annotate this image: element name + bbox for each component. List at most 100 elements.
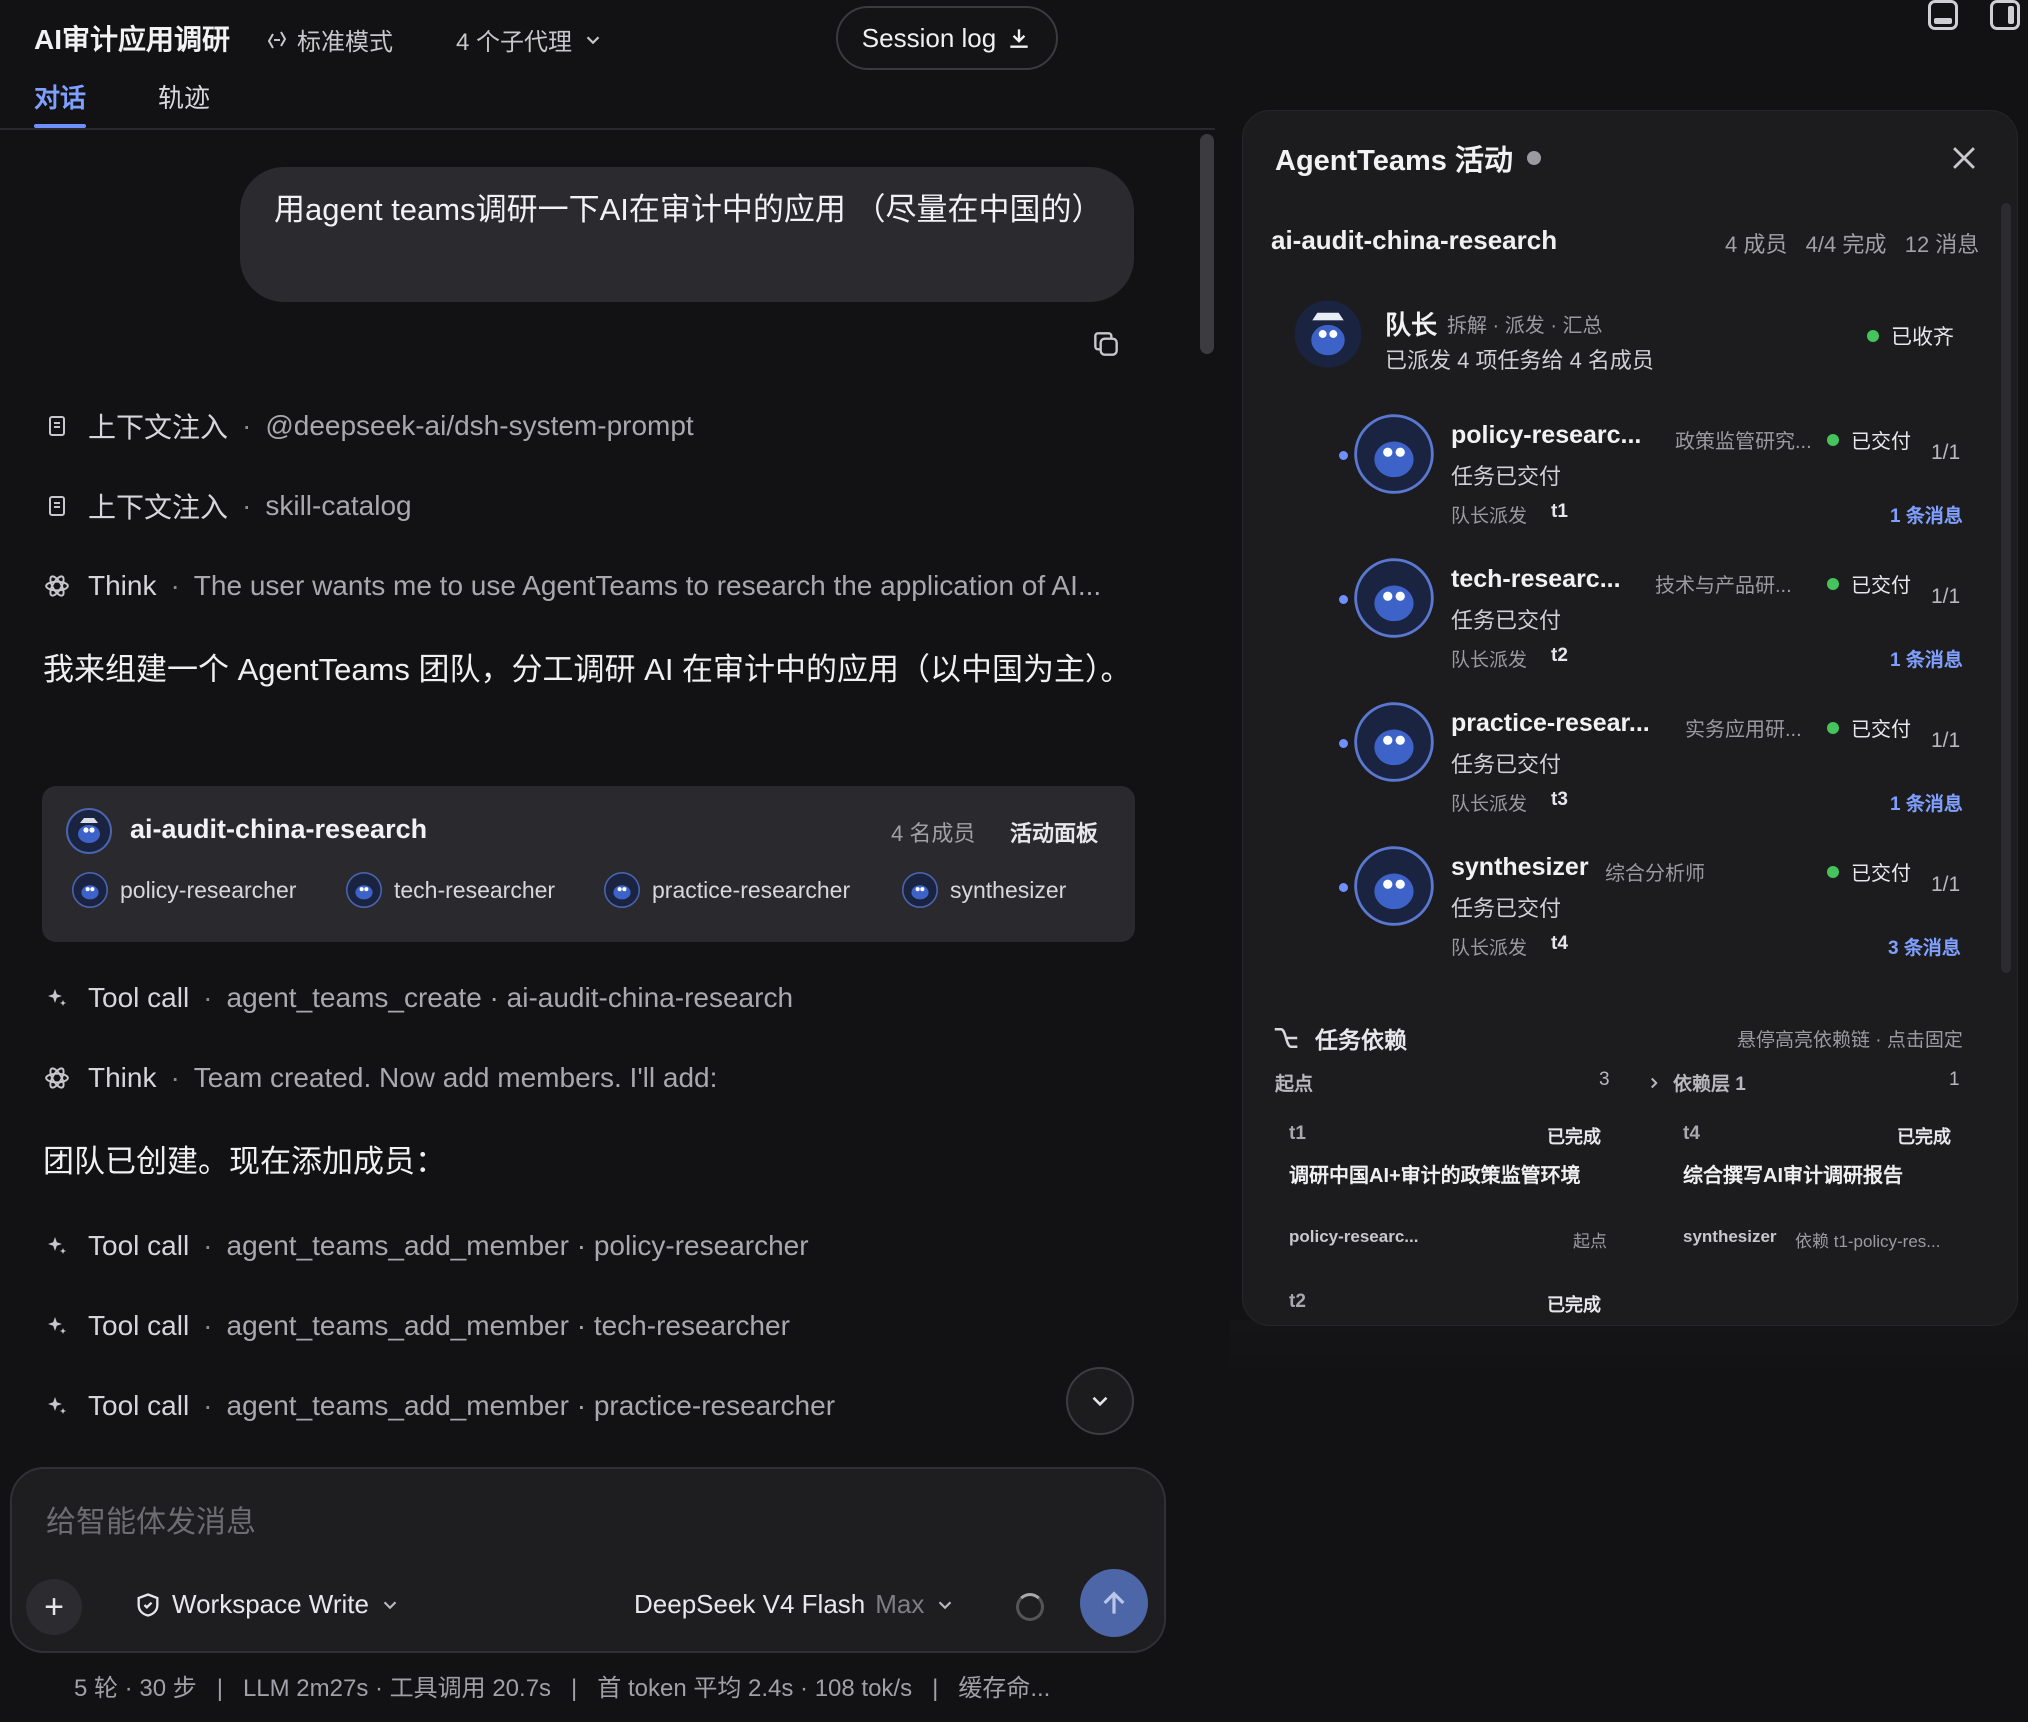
- member-name: practice-resear...: [1451, 709, 1650, 737]
- status-dot-icon: [1827, 577, 1839, 590]
- member-substatus: 任务已交付: [1451, 752, 1562, 777]
- activity-context-inject[interactable]: 上下文注入 · @deepseek-ai/dsh-system-prompt: [44, 406, 694, 446]
- task-status: 已完成: [1547, 1295, 1601, 1315]
- chevron-down-icon: [383, 1600, 397, 1609]
- copy-icon[interactable]: [1090, 328, 1122, 360]
- chevron-down-icon: [586, 35, 600, 44]
- activity-detail: skill-catalog: [265, 490, 412, 521]
- mode-label: 标准模式: [297, 29, 393, 56]
- activity-kind: Tool call: [88, 982, 190, 1013]
- side-panel-toggle-icon[interactable]: [1990, 0, 2020, 30]
- workspace-permission-selector[interactable]: Workspace Write: [134, 1589, 401, 1620]
- member-row[interactable]: synthesizer 综合分析师 已交付 1/1 任务已交付 队长派发 t4 …: [1243, 845, 2017, 985]
- member-task-id: t1: [1551, 501, 1568, 522]
- activity-think[interactable]: Think · Team created. Now add members. I…: [44, 1058, 717, 1098]
- sparkle-icon: [44, 1393, 70, 1419]
- send-button[interactable]: [1080, 1569, 1148, 1637]
- task-owner: synthesizer: [1683, 1227, 1777, 1246]
- dependency-header: 任务依赖: [1271, 1021, 1407, 1055]
- tab-trace[interactable]: 轨迹: [158, 78, 210, 115]
- session-log-button[interactable]: Session log: [836, 6, 1058, 70]
- member-progress: 1/1: [1931, 585, 1961, 608]
- shield-icon: [137, 1592, 159, 1617]
- member-role: 实务应用研...: [1685, 719, 1802, 741]
- close-icon[interactable]: [1947, 141, 1981, 175]
- model-selector[interactable]: DeepSeek V4 Flash Max: [634, 1589, 956, 1620]
- tab-chat[interactable]: 对话: [34, 78, 86, 115]
- scroll-to-bottom-button[interactable]: [1066, 1367, 1134, 1435]
- mode-selector[interactable]: 标准模式: [265, 22, 393, 57]
- team-card[interactable]: ai-audit-china-research 4 名成员 活动面板 polic…: [42, 786, 1135, 942]
- composer[interactable]: 给智能体发消息 + Workspace Write DeepSeek V4 Fl…: [10, 1467, 1166, 1653]
- column-start-label: 起点: [1275, 1074, 1314, 1095]
- assistant-message: 团队已创建。现在添加成员：: [43, 1144, 446, 1179]
- activity-think[interactable]: Think · The user wants me to use AgentTe…: [44, 566, 1101, 606]
- member-messages-link[interactable]: 1 条消息: [1890, 501, 1963, 528]
- activity-detail: agent_teams_add_member · practice-resear…: [226, 1390, 836, 1421]
- sparkle-icon: [44, 1233, 70, 1259]
- member-dispatch: 队长派发: [1451, 794, 1528, 815]
- chevron-down-icon: [1092, 1396, 1108, 1407]
- assistant-message: 我来组建一个 AgentTeams 团队，分工调研 AI 在审计中的应用（以中国…: [43, 652, 1132, 687]
- mode-icon: [267, 31, 287, 48]
- member-messages-link[interactable]: 3 条消息: [1888, 933, 1961, 960]
- member-status: 已交付: [1827, 425, 1911, 454]
- member-chip-label: policy-researcher: [120, 876, 297, 903]
- subagent-selector[interactable]: 4 个子代理: [456, 22, 604, 57]
- member-substatus: 任务已交付: [1451, 464, 1562, 489]
- member-chip-label: tech-researcher: [394, 876, 556, 903]
- activity-panel-link[interactable]: 活动面板: [1010, 816, 1098, 848]
- status-dot-icon: [1339, 739, 1348, 748]
- member-role: 技术与产品研...: [1655, 575, 1792, 597]
- arrow-up-icon: [1103, 1591, 1125, 1614]
- app-title: AI审计应用调研: [34, 24, 231, 55]
- add-attachment-button[interactable]: +: [26, 1579, 82, 1635]
- member-messages-link[interactable]: 1 条消息: [1890, 789, 1963, 816]
- activity-kind: 上下文注入: [88, 412, 229, 443]
- task-status: 已完成: [1547, 1127, 1601, 1147]
- member-chip[interactable]: tech-researcher: [346, 872, 555, 908]
- column-layer1-toggle[interactable]: 依赖层 1: [1645, 1069, 1746, 1096]
- lead-name: 队长: [1385, 310, 1438, 340]
- status-dot-icon: [1339, 451, 1348, 460]
- member-row[interactable]: tech-researc... 技术与产品研... 已交付 1/1 任务已交付 …: [1243, 557, 2017, 697]
- dependency-hint: 悬停高亮依赖链 · 点击固定: [1737, 1030, 1963, 1051]
- model-level: Max: [875, 1589, 925, 1619]
- status-dot-icon: [1867, 330, 1879, 342]
- header-divider: [0, 128, 1215, 130]
- message-input[interactable]: 给智能体发消息: [46, 1497, 256, 1541]
- activity-tool-call[interactable]: Tool call · agent_teams_add_member · pol…: [44, 1226, 809, 1266]
- activity-kind: Think: [88, 570, 157, 601]
- lead-description: 已派发 4 项任务给 4 名成员: [1385, 348, 1654, 373]
- chat-scrollbar[interactable]: [1200, 134, 1214, 354]
- member-row[interactable]: policy-researc... 政策监管研究... 已交付 1/1 任务已交…: [1243, 413, 2017, 553]
- task-dependency: 起点: [1573, 1232, 1607, 1251]
- member-status-text: 已交付: [1851, 863, 1911, 885]
- member-status: 已交付: [1827, 569, 1911, 598]
- activity-context-inject[interactable]: 上下文注入 · skill-catalog: [44, 486, 412, 526]
- sparkle-icon: [44, 1313, 70, 1339]
- plus-icon: +: [44, 1587, 64, 1626]
- activity-kind: 上下文注入: [88, 492, 229, 523]
- member-avatar: [1353, 557, 1435, 644]
- bottom-panel-toggle-icon[interactable]: [1928, 0, 1958, 30]
- panel-title: AgentTeams 活动: [1275, 137, 1541, 179]
- member-dispatch: 队长派发: [1451, 650, 1528, 671]
- member-task-id: t3: [1551, 789, 1568, 810]
- member-chip[interactable]: practice-researcher: [604, 872, 850, 908]
- task-title: 综合撰写AI审计调研报告: [1683, 1165, 1903, 1187]
- loading-spinner-icon: [1016, 1593, 1044, 1621]
- activity-tool-call[interactable]: Tool call · agent_teams_add_member · tec…: [44, 1306, 790, 1346]
- activity-detail: agent_teams_add_member · policy-research…: [226, 1230, 809, 1261]
- member-chip-label: synthesizer: [950, 876, 1067, 903]
- chevron-right-icon: [1651, 1077, 1658, 1088]
- run-stats: 5 轮 · 30 步 | LLM 2m27s · 工具调用 20.7s | 首 …: [74, 1675, 1051, 1702]
- activity-tool-call[interactable]: Tool call · agent_teams_add_member · pra…: [44, 1386, 835, 1426]
- member-avatar: [902, 872, 938, 908]
- member-row[interactable]: practice-resear... 实务应用研... 已交付 1/1 任务已交…: [1243, 701, 2017, 841]
- lead-avatar: [1293, 299, 1363, 374]
- member-messages-link[interactable]: 1 条消息: [1890, 645, 1963, 672]
- member-chip[interactable]: policy-researcher: [72, 872, 296, 908]
- member-chip[interactable]: synthesizer: [902, 872, 1066, 908]
- activity-tool-call[interactable]: Tool call · agent_teams_create · ai-audi…: [44, 978, 793, 1018]
